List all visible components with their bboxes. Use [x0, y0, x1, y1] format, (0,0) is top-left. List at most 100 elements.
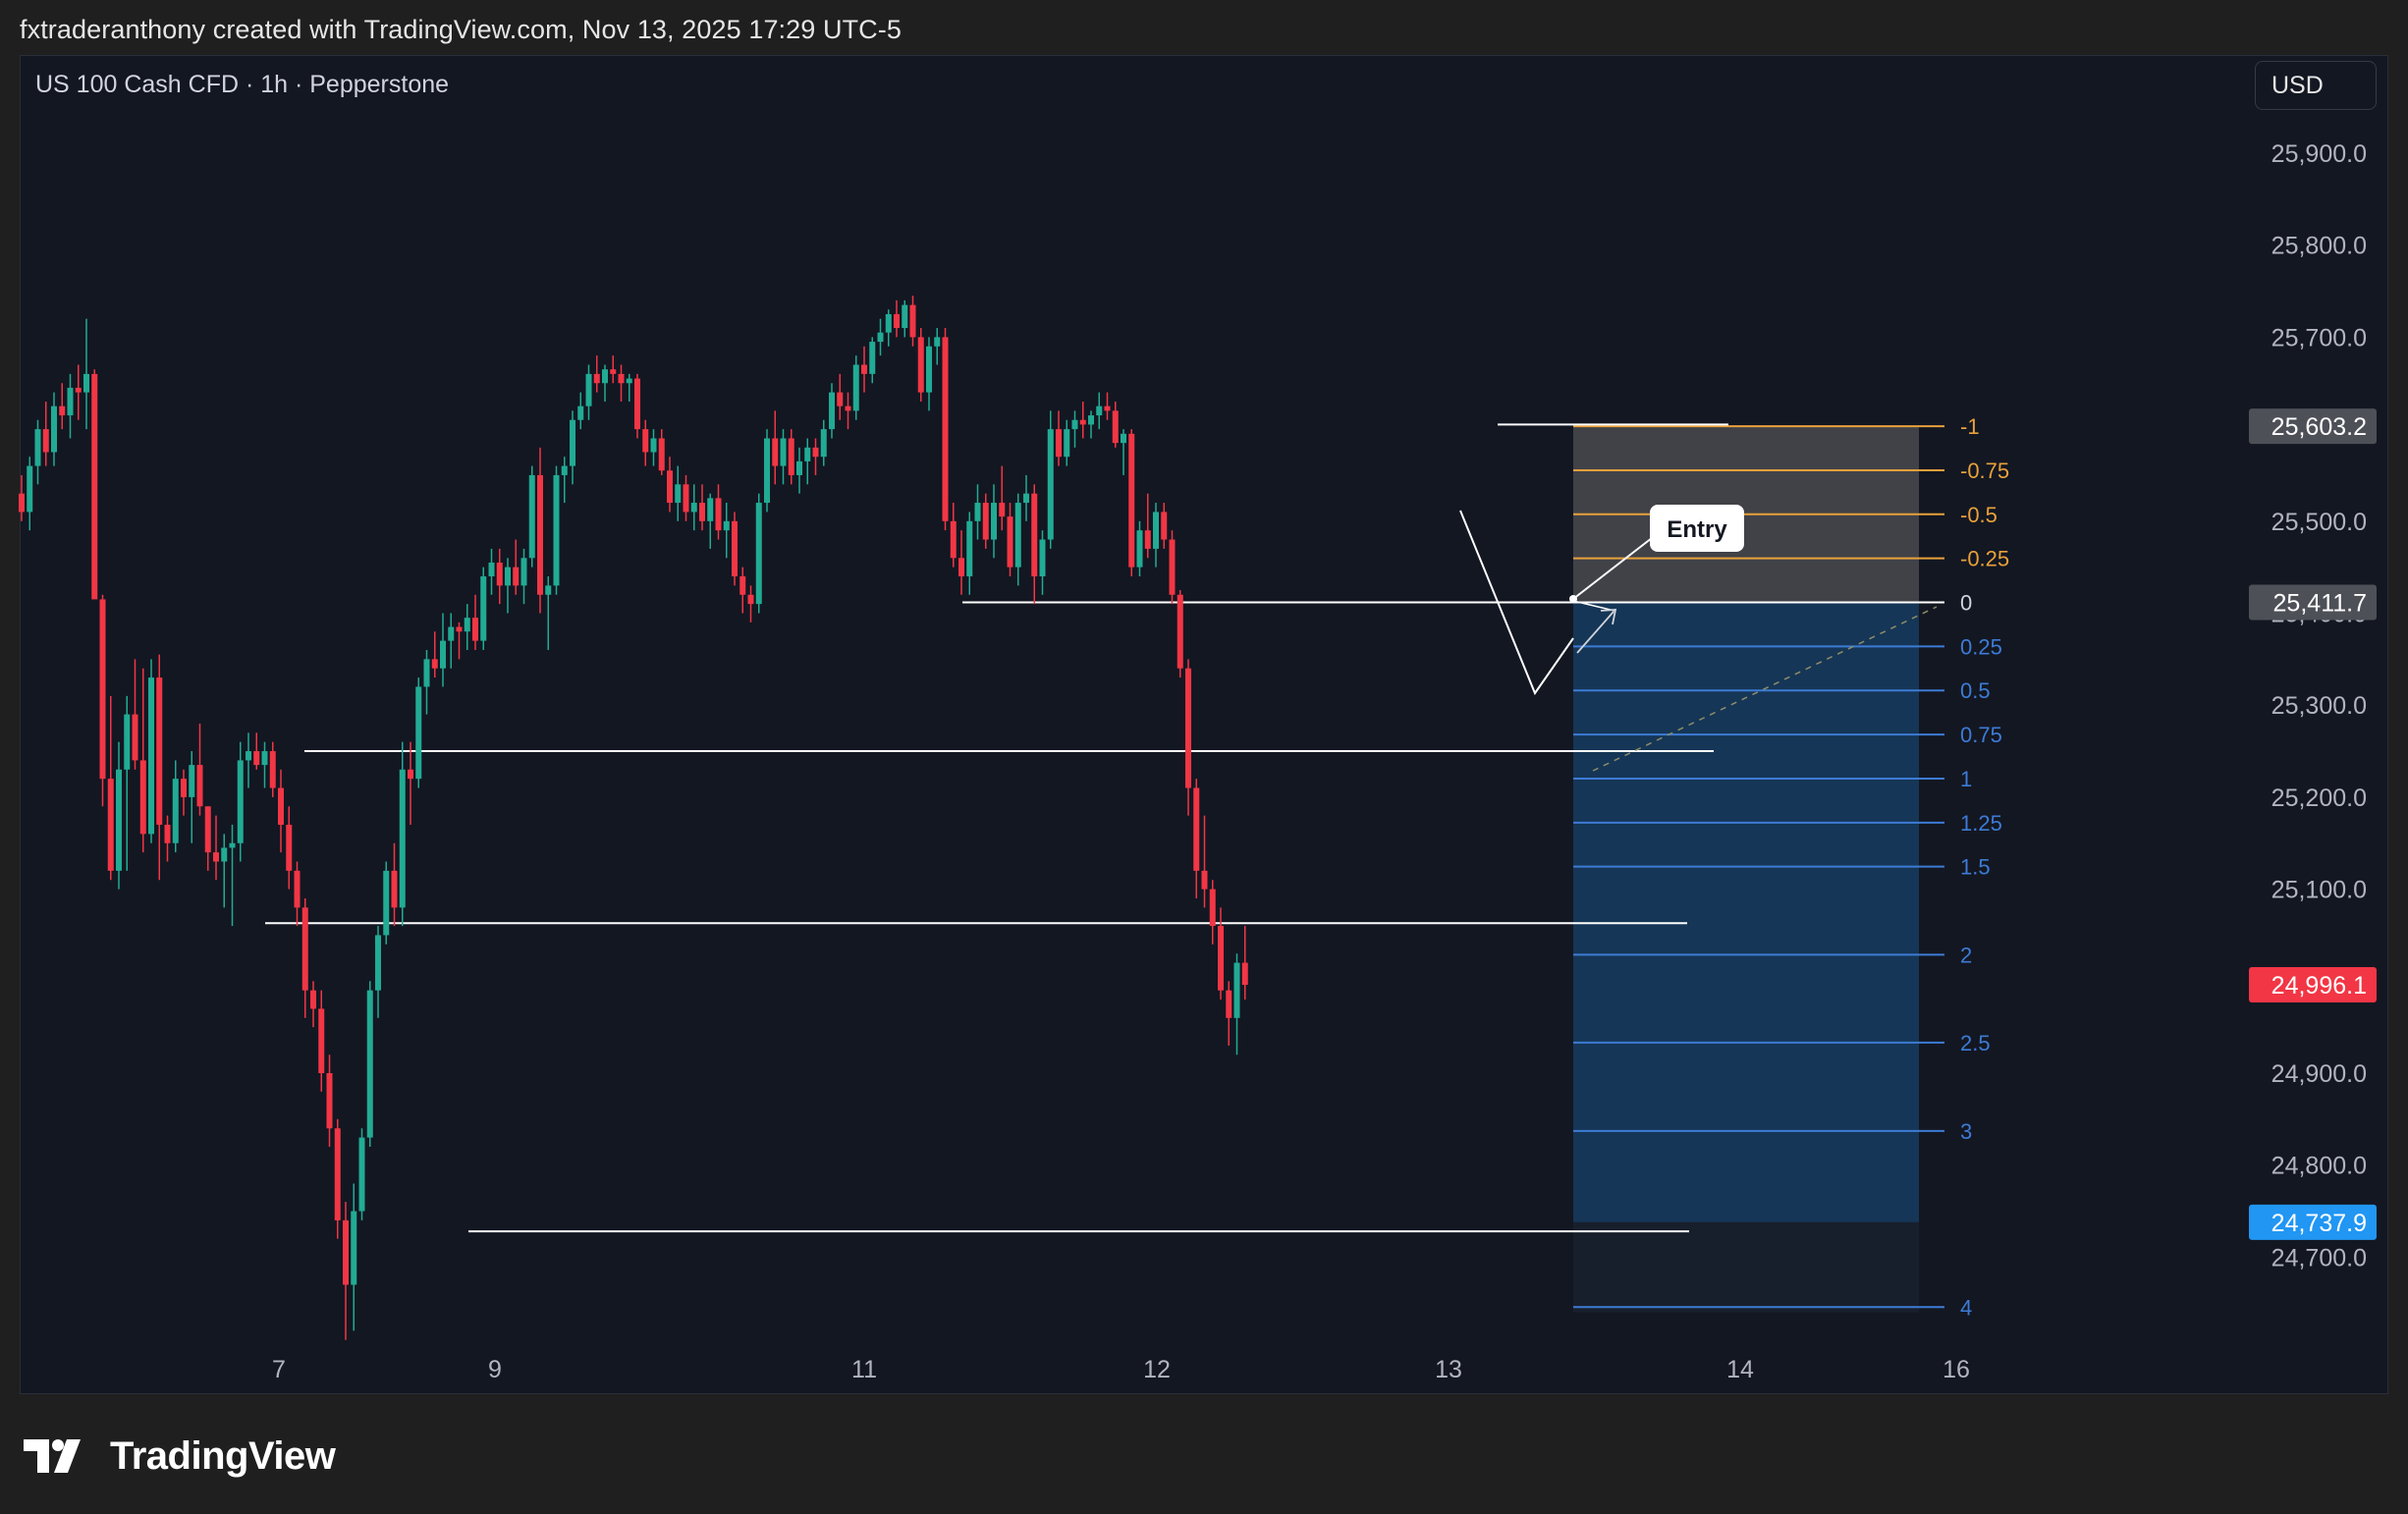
candle[interactable]	[902, 299, 908, 338]
candle[interactable]	[982, 493, 989, 549]
candle[interactable]	[602, 364, 608, 402]
candle[interactable]	[585, 364, 592, 420]
currency-button[interactable]: USD	[2255, 61, 2377, 110]
candle[interactable]	[107, 695, 114, 881]
candle[interactable]	[894, 299, 900, 338]
candle[interactable]	[301, 897, 308, 1018]
candle[interactable]	[1121, 429, 1126, 475]
candle[interactable]	[570, 410, 575, 485]
candlestick-chart[interactable]: -1 -0.75 -0.5 -0.25 0 0.25 0.5 0.75 1 1.25 1.5 2 2.5…	[0, 0, 2408, 1514]
candle[interactable]	[747, 585, 754, 622]
candle[interactable]	[181, 769, 187, 816]
candle[interactable]	[423, 649, 430, 715]
candle[interactable]	[148, 659, 154, 843]
candle[interactable]	[1096, 392, 1103, 430]
candle[interactable]	[715, 484, 722, 540]
candle[interactable]	[974, 484, 981, 540]
candle[interactable]	[837, 373, 844, 420]
candle[interactable]	[19, 474, 25, 521]
candle[interactable]	[1136, 520, 1143, 577]
candle[interactable]	[950, 503, 957, 568]
candle[interactable]	[675, 465, 682, 521]
candle[interactable]	[1241, 926, 1248, 1000]
candle[interactable]	[699, 484, 705, 531]
price-axis-label[interactable]: 24,996.1	[2249, 966, 2377, 1002]
candle[interactable]	[829, 383, 835, 439]
candle[interactable]	[27, 457, 33, 531]
candle[interactable]	[448, 613, 455, 669]
tradingview-logo[interactable]: TradingView	[24, 1432, 336, 1481]
candle[interactable]	[917, 328, 924, 402]
candle[interactable]	[1047, 410, 1054, 549]
candle[interactable]	[488, 548, 495, 595]
symbol-legend[interactable]: US 100 Cash CFD · 1h · Pepperstone	[35, 71, 449, 99]
candle[interactable]	[966, 512, 973, 595]
candle[interactable]	[528, 465, 535, 568]
candle[interactable]	[934, 328, 941, 365]
candle[interactable]	[1185, 659, 1191, 816]
candle[interactable]	[1112, 401, 1119, 448]
candle[interactable]	[172, 760, 179, 853]
candle[interactable]	[852, 355, 859, 420]
candle[interactable]	[667, 457, 673, 513]
candle[interactable]	[1177, 590, 1183, 678]
price-axis-label[interactable]: 25,603.2	[2249, 408, 2377, 445]
candle[interactable]	[626, 373, 632, 402]
candle[interactable]	[42, 401, 49, 466]
candle[interactable]	[391, 842, 398, 927]
candle[interactable]	[286, 806, 293, 890]
candle[interactable]	[1071, 410, 1078, 448]
candle[interactable]	[561, 457, 568, 504]
candle[interactable]	[683, 474, 689, 521]
candle[interactable]	[269, 741, 276, 797]
candle[interactable]	[593, 355, 600, 393]
candle[interactable]	[610, 355, 617, 384]
candle[interactable]	[343, 1202, 349, 1340]
candle[interactable]	[1218, 907, 1224, 1000]
candle[interactable]	[431, 631, 438, 678]
candle[interactable]	[545, 576, 552, 650]
candle[interactable]	[253, 732, 260, 770]
candle[interactable]	[83, 318, 89, 430]
candle[interactable]	[91, 369, 98, 600]
candle[interactable]	[75, 364, 82, 420]
candle[interactable]	[1007, 503, 1013, 577]
candle[interactable]	[464, 604, 470, 650]
candle[interactable]	[520, 548, 527, 605]
candle[interactable]	[99, 594, 106, 807]
candle[interactable]	[877, 318, 884, 356]
candle[interactable]	[820, 419, 827, 466]
candle[interactable]	[408, 741, 413, 826]
candle[interactable]	[577, 392, 584, 430]
candle[interactable]	[196, 723, 203, 816]
candle[interactable]	[690, 484, 697, 531]
candle[interactable]	[732, 512, 738, 586]
candle[interactable]	[942, 328, 949, 531]
candle[interactable]	[213, 815, 219, 881]
candle[interactable]	[764, 429, 770, 513]
candle[interactable]	[34, 419, 41, 485]
candle[interactable]	[294, 861, 301, 927]
candle[interactable]	[366, 981, 373, 1147]
candle[interactable]	[278, 769, 284, 853]
entry-point-marker[interactable]	[1569, 595, 1577, 603]
candle[interactable]	[375, 926, 381, 1018]
candle[interactable]	[334, 1118, 341, 1239]
candle[interactable]	[1014, 493, 1021, 586]
candle[interactable]	[634, 373, 640, 439]
candle[interactable]	[139, 668, 146, 853]
price-axis-label[interactable]: 25,411.7	[2249, 584, 2377, 621]
candle[interactable]	[1128, 429, 1135, 577]
candle[interactable]	[358, 1128, 365, 1220]
candle[interactable]	[723, 503, 730, 559]
candle[interactable]	[1226, 981, 1232, 1046]
candle[interactable]	[650, 429, 657, 466]
candle[interactable]	[1064, 419, 1070, 466]
candle[interactable]	[415, 677, 422, 788]
candle[interactable]	[383, 861, 390, 945]
candle[interactable]	[221, 834, 228, 908]
candle[interactable]	[132, 659, 138, 770]
candle[interactable]	[59, 383, 66, 430]
candle[interactable]	[926, 337, 932, 411]
candle[interactable]	[1201, 815, 1208, 908]
